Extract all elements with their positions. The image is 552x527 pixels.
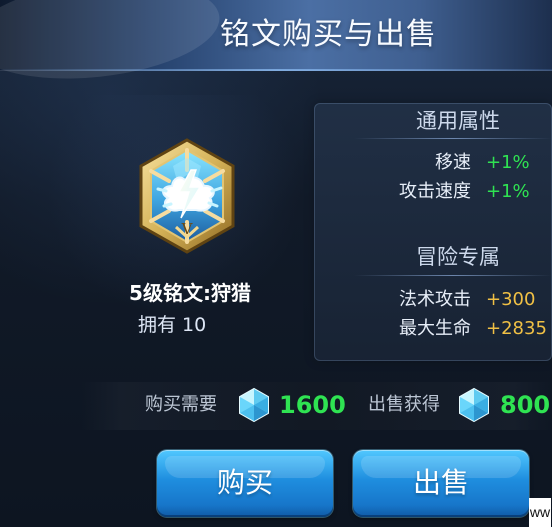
owned-count: 10 bbox=[182, 314, 207, 336]
rune-emblem-icon: V bbox=[139, 138, 235, 254]
buy-button[interactable]: 购买 bbox=[157, 450, 333, 517]
rune-purchase-sell-dialog: 铭文购买与出售 V 5级铭文:狩猎 拥有 10 通用属性 移速 +1% 攻击速度… bbox=[0, 0, 552, 527]
rune-name: 5级铭文:狩猎 bbox=[129, 281, 251, 305]
dialog-title: 铭文购买与出售 bbox=[220, 17, 437, 52]
adventure-attributes-title: 冒险专属 bbox=[416, 245, 500, 269]
svg-text:V: V bbox=[181, 220, 194, 238]
stat-value: +2835 bbox=[486, 318, 547, 339]
crystal-icon bbox=[459, 387, 489, 423]
stat-label: 最大生命 bbox=[399, 318, 471, 339]
buy-button-label: 购买 bbox=[216, 466, 273, 499]
stat-value: +1% bbox=[486, 181, 530, 202]
sell-gain-value: 800 bbox=[500, 391, 551, 419]
corner-watermark: ww bbox=[529, 498, 551, 527]
owned-count-row: 拥有 10 bbox=[138, 313, 248, 337]
adventure-attributes-divider bbox=[354, 275, 552, 276]
sell-button-label: 出售 bbox=[412, 466, 469, 499]
general-attributes-divider bbox=[354, 138, 552, 139]
sell-gain-label: 出售获得 bbox=[368, 394, 440, 415]
owned-label: 拥有 bbox=[138, 314, 177, 336]
buy-cost-value: 1600 bbox=[279, 391, 346, 419]
stat-value: +300 bbox=[486, 289, 536, 310]
general-attributes-title: 通用属性 bbox=[416, 109, 500, 133]
stat-value: +1% bbox=[486, 152, 530, 173]
stat-label: 攻击速度 bbox=[399, 181, 471, 202]
stat-label: 移速 bbox=[435, 152, 471, 173]
buy-cost-label: 购买需要 bbox=[145, 394, 217, 415]
crystal-icon bbox=[239, 387, 269, 423]
sell-button[interactable]: 出售 bbox=[353, 450, 529, 517]
dialog-header: 铭文购买与出售 bbox=[0, 0, 552, 71]
stat-label: 法术攻击 bbox=[399, 289, 471, 310]
